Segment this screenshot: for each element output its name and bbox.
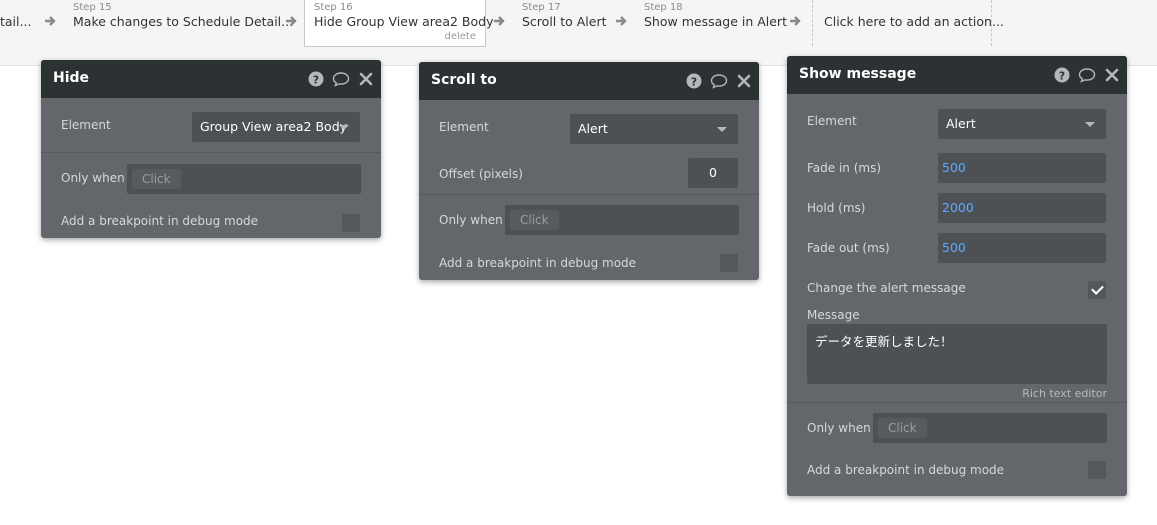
change-message-checkbox[interactable] — [1088, 281, 1106, 299]
change-message-label: Change the alert message — [807, 281, 966, 295]
chevron-down-icon — [1085, 122, 1095, 127]
panel-header: Hide ? — [41, 60, 381, 98]
step-number: Step 18 — [644, 2, 683, 13]
hold-row: Hold (ms) 2000 — [787, 188, 1127, 228]
only-when-row: Only when Click — [41, 153, 381, 203]
add-action-label: Click here to add an action... — [824, 14, 1004, 29]
only-when-placeholder[interactable]: Click — [510, 210, 559, 230]
element-row: Element Alert — [419, 100, 759, 154]
step-title: Show message in Alert — [644, 14, 787, 29]
comment-icon[interactable] — [1078, 66, 1096, 84]
breakpoint-checkbox[interactable] — [720, 254, 738, 272]
chevron-right-icon — [494, 16, 505, 26]
fade-in-input[interactable]: 500 — [938, 153, 1106, 183]
svg-text:?: ? — [313, 73, 319, 86]
step-number: Step 17 — [522, 2, 561, 13]
step-title: Hide Group View area2 Body — [314, 14, 494, 29]
step-title: Scroll to Alert — [522, 14, 607, 29]
close-icon[interactable] — [735, 72, 753, 90]
chevron-right-icon — [45, 16, 56, 26]
message-textarea[interactable]: データを更新しました！ — [807, 324, 1107, 384]
workflow-step-17[interactable]: Step 17 Scroll to Alert — [513, 0, 613, 46]
rich-text-editor-link[interactable]: Rich text editor — [1022, 387, 1107, 400]
only-when-field[interactable]: Click — [127, 164, 361, 194]
element-dropdown[interactable]: Alert — [938, 109, 1106, 139]
only-when-field[interactable]: Click — [505, 205, 739, 235]
breakpoint-row: Add a breakpoint in debug mode — [419, 245, 759, 281]
breakpoint-checkbox[interactable] — [1088, 461, 1106, 479]
close-icon[interactable] — [1103, 66, 1121, 84]
help-icon[interactable]: ? — [685, 72, 703, 90]
element-dropdown[interactable]: Alert — [570, 114, 738, 144]
element-row: Element Alert — [787, 94, 1127, 148]
breakpoint-label: Add a breakpoint in debug mode — [439, 256, 637, 270]
message-label: Message — [807, 308, 860, 322]
workflow-step-14[interactable]: tail... — [0, 0, 35, 46]
hold-label: Hold (ms) — [807, 201, 866, 215]
help-icon[interactable]: ? — [307, 70, 325, 88]
step-title: Make changes to Schedule Detail... — [73, 14, 294, 29]
chevron-right-icon — [790, 16, 801, 26]
hold-input[interactable]: 2000 — [938, 193, 1106, 223]
only-when-placeholder[interactable]: Click — [132, 169, 181, 189]
svg-text:?: ? — [691, 75, 697, 88]
element-row: Element Group View area2 Body — [41, 98, 381, 152]
hide-panel: Hide ? Element Group View area2 Body Onl… — [41, 60, 381, 238]
only-when-label: Only when — [61, 171, 125, 185]
chevron-right-icon — [286, 16, 297, 26]
comment-icon[interactable] — [332, 70, 350, 88]
show-message-panel: Show message ? Element Alert Fade in (ms… — [787, 56, 1127, 496]
message-row: Message データを更新しました！ Rich text editor — [787, 308, 1127, 402]
breakpoint-label: Add a breakpoint in debug mode — [61, 214, 259, 228]
panel-title: Show message — [799, 66, 917, 82]
panel-header: Scroll to ? — [419, 62, 759, 100]
step-title: tail... — [0, 14, 32, 29]
breakpoint-checkbox[interactable] — [342, 214, 360, 232]
element-value: Alert — [946, 116, 976, 131]
element-label: Element — [807, 114, 857, 128]
fade-out-row: Fade out (ms) 500 — [787, 228, 1127, 268]
delete-step-link[interactable]: delete — [444, 31, 476, 42]
offset-label: Offset (pixels) — [439, 167, 523, 181]
element-label: Element — [439, 120, 489, 134]
change-message-row: Change the alert message — [787, 268, 1127, 308]
workflow-step-15[interactable]: Step 15 Make changes to Schedule Detail.… — [64, 0, 293, 46]
chevron-down-icon — [339, 125, 349, 130]
fade-out-input[interactable]: 500 — [938, 233, 1106, 263]
chevron-down-icon — [717, 127, 727, 132]
panel-title: Hide — [53, 70, 90, 86]
panel-header: Show message ? — [787, 56, 1127, 94]
element-value: Alert — [578, 121, 608, 136]
svg-text:?: ? — [1059, 69, 1065, 82]
element-value: Group View area2 Body — [200, 119, 348, 134]
fade-in-row: Fade in (ms) 500 — [787, 148, 1127, 188]
workflow-step-18[interactable]: Step 18 Show message in Alert — [635, 0, 787, 46]
chevron-right-icon — [616, 16, 627, 26]
only-when-field[interactable]: Click — [873, 413, 1107, 443]
close-icon[interactable] — [357, 70, 375, 88]
fade-out-label: Fade out (ms) — [807, 241, 890, 255]
offset-row: Offset (pixels) 0 — [419, 154, 759, 194]
only-when-row: Only when Click — [419, 195, 759, 245]
breakpoint-row: Add a breakpoint in debug mode — [41, 203, 381, 239]
element-dropdown[interactable]: Group View area2 Body — [192, 112, 360, 142]
element-label: Element — [61, 118, 111, 132]
only-when-row: Only when Click — [787, 403, 1127, 453]
step-number: Step 16 — [314, 2, 353, 13]
comment-icon[interactable] — [710, 72, 728, 90]
scroll-to-panel: Scroll to ? Element Alert Offset (pixels… — [419, 62, 759, 280]
help-icon[interactable]: ? — [1053, 66, 1071, 84]
breakpoint-label: Add a breakpoint in debug mode — [807, 463, 1005, 477]
add-action-step[interactable]: Click here to add an action... — [812, 0, 1004, 46]
panel-title: Scroll to — [431, 72, 497, 88]
fade-in-label: Fade in (ms) — [807, 161, 882, 175]
only-when-label: Only when — [439, 213, 503, 227]
breakpoint-row: Add a breakpoint in debug mode — [787, 453, 1127, 487]
workflow-step-16[interactable]: Step 16 Hide Group View area2 Body delet… — [304, 0, 494, 47]
step-number: Step 15 — [73, 2, 112, 13]
only-when-placeholder[interactable]: Click — [878, 418, 927, 438]
offset-input[interactable]: 0 — [688, 158, 738, 188]
only-when-label: Only when — [807, 421, 871, 435]
